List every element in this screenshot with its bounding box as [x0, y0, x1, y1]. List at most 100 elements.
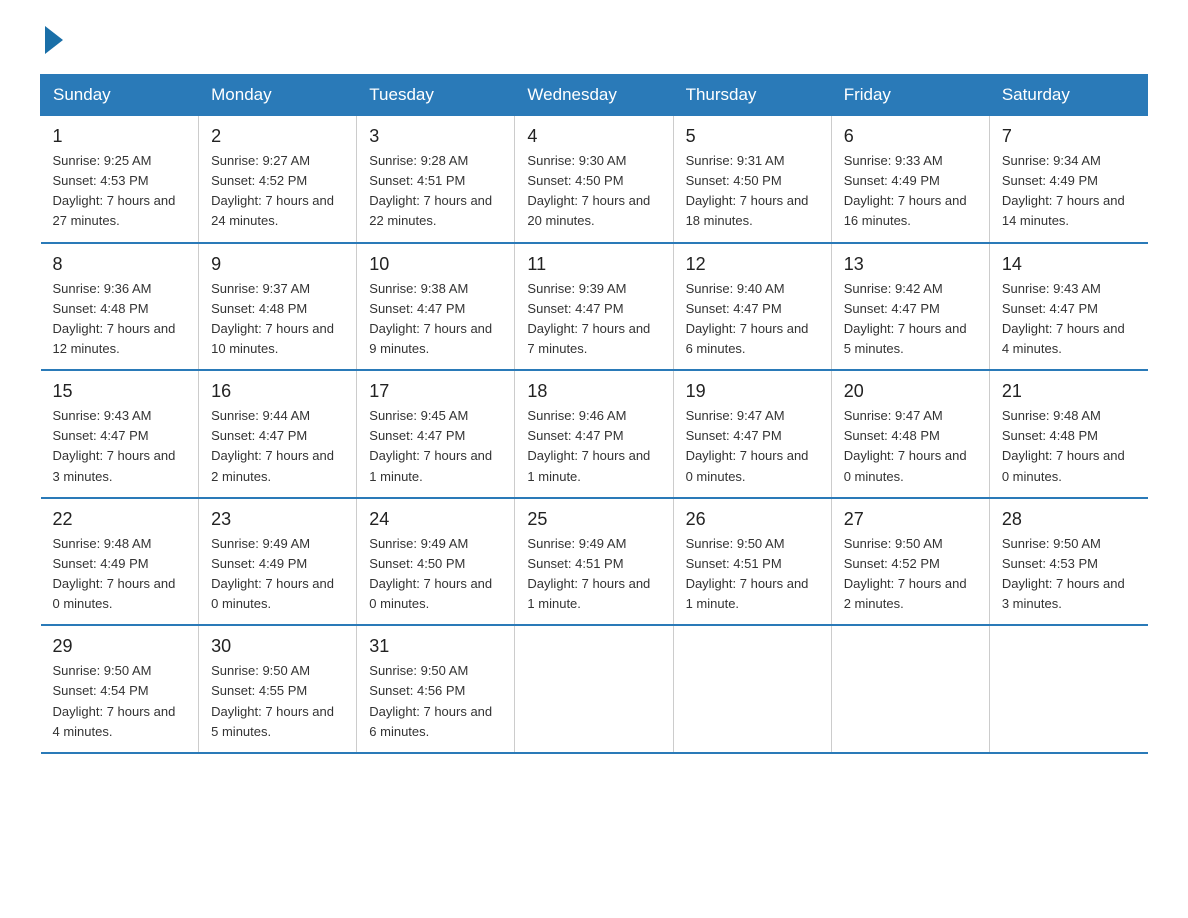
- day-info: Sunrise: 9:43 AMSunset: 4:47 PMDaylight:…: [53, 408, 176, 483]
- calendar-cell: 25 Sunrise: 9:49 AMSunset: 4:51 PMDaylig…: [515, 498, 673, 626]
- weekday-header-wednesday: Wednesday: [515, 75, 673, 116]
- day-info: Sunrise: 9:40 AMSunset: 4:47 PMDaylight:…: [686, 281, 809, 356]
- day-number: 30: [211, 636, 344, 657]
- calendar-cell: 10 Sunrise: 9:38 AMSunset: 4:47 PMDaylig…: [357, 243, 515, 371]
- day-number: 25: [527, 509, 660, 530]
- day-number: 10: [369, 254, 502, 275]
- calendar-cell: 6 Sunrise: 9:33 AMSunset: 4:49 PMDayligh…: [831, 116, 989, 243]
- weekday-header-row: SundayMondayTuesdayWednesdayThursdayFrid…: [41, 75, 1148, 116]
- day-info: Sunrise: 9:39 AMSunset: 4:47 PMDaylight:…: [527, 281, 650, 356]
- day-info: Sunrise: 9:48 AMSunset: 4:49 PMDaylight:…: [53, 536, 176, 611]
- weekday-header-friday: Friday: [831, 75, 989, 116]
- day-number: 18: [527, 381, 660, 402]
- day-number: 29: [53, 636, 187, 657]
- calendar-cell: 31 Sunrise: 9:50 AMSunset: 4:56 PMDaylig…: [357, 625, 515, 753]
- calendar-cell: 24 Sunrise: 9:49 AMSunset: 4:50 PMDaylig…: [357, 498, 515, 626]
- day-number: 27: [844, 509, 977, 530]
- calendar-cell: 17 Sunrise: 9:45 AMSunset: 4:47 PMDaylig…: [357, 370, 515, 498]
- day-number: 8: [53, 254, 187, 275]
- calendar-cell: 2 Sunrise: 9:27 AMSunset: 4:52 PMDayligh…: [199, 116, 357, 243]
- weekday-header-tuesday: Tuesday: [357, 75, 515, 116]
- calendar-cell: 22 Sunrise: 9:48 AMSunset: 4:49 PMDaylig…: [41, 498, 199, 626]
- day-info: Sunrise: 9:31 AMSunset: 4:50 PMDaylight:…: [686, 153, 809, 228]
- calendar-cell: 21 Sunrise: 9:48 AMSunset: 4:48 PMDaylig…: [989, 370, 1147, 498]
- day-number: 11: [527, 254, 660, 275]
- day-info: Sunrise: 9:38 AMSunset: 4:47 PMDaylight:…: [369, 281, 492, 356]
- day-info: Sunrise: 9:34 AMSunset: 4:49 PMDaylight:…: [1002, 153, 1125, 228]
- calendar-cell: 27 Sunrise: 9:50 AMSunset: 4:52 PMDaylig…: [831, 498, 989, 626]
- calendar-cell: [831, 625, 989, 753]
- day-info: Sunrise: 9:48 AMSunset: 4:48 PMDaylight:…: [1002, 408, 1125, 483]
- day-info: Sunrise: 9:46 AMSunset: 4:47 PMDaylight:…: [527, 408, 650, 483]
- logo-arrow-icon: [45, 26, 63, 54]
- day-number: 21: [1002, 381, 1136, 402]
- calendar-cell: 7 Sunrise: 9:34 AMSunset: 4:49 PMDayligh…: [989, 116, 1147, 243]
- day-number: 17: [369, 381, 502, 402]
- calendar-cell: 9 Sunrise: 9:37 AMSunset: 4:48 PMDayligh…: [199, 243, 357, 371]
- day-info: Sunrise: 9:49 AMSunset: 4:51 PMDaylight:…: [527, 536, 650, 611]
- calendar-cell: [515, 625, 673, 753]
- day-number: 5: [686, 126, 819, 147]
- day-number: 26: [686, 509, 819, 530]
- calendar-cell: 29 Sunrise: 9:50 AMSunset: 4:54 PMDaylig…: [41, 625, 199, 753]
- calendar-cell: 13 Sunrise: 9:42 AMSunset: 4:47 PMDaylig…: [831, 243, 989, 371]
- day-info: Sunrise: 9:30 AMSunset: 4:50 PMDaylight:…: [527, 153, 650, 228]
- calendar-cell: 8 Sunrise: 9:36 AMSunset: 4:48 PMDayligh…: [41, 243, 199, 371]
- calendar-cell: [989, 625, 1147, 753]
- calendar-cell: 30 Sunrise: 9:50 AMSunset: 4:55 PMDaylig…: [199, 625, 357, 753]
- day-info: Sunrise: 9:36 AMSunset: 4:48 PMDaylight:…: [53, 281, 176, 356]
- day-info: Sunrise: 9:25 AMSunset: 4:53 PMDaylight:…: [53, 153, 176, 228]
- calendar-cell: 14 Sunrise: 9:43 AMSunset: 4:47 PMDaylig…: [989, 243, 1147, 371]
- calendar-cell: 19 Sunrise: 9:47 AMSunset: 4:47 PMDaylig…: [673, 370, 831, 498]
- day-number: 15: [53, 381, 187, 402]
- day-number: 4: [527, 126, 660, 147]
- day-info: Sunrise: 9:49 AMSunset: 4:49 PMDaylight:…: [211, 536, 334, 611]
- day-info: Sunrise: 9:49 AMSunset: 4:50 PMDaylight:…: [369, 536, 492, 611]
- day-info: Sunrise: 9:44 AMSunset: 4:47 PMDaylight:…: [211, 408, 334, 483]
- day-number: 13: [844, 254, 977, 275]
- calendar-cell: 23 Sunrise: 9:49 AMSunset: 4:49 PMDaylig…: [199, 498, 357, 626]
- weekday-header-sunday: Sunday: [41, 75, 199, 116]
- calendar-week-row: 15 Sunrise: 9:43 AMSunset: 4:47 PMDaylig…: [41, 370, 1148, 498]
- page-header: [40, 30, 1148, 54]
- calendar-cell: 20 Sunrise: 9:47 AMSunset: 4:48 PMDaylig…: [831, 370, 989, 498]
- day-info: Sunrise: 9:50 AMSunset: 4:55 PMDaylight:…: [211, 663, 334, 738]
- day-number: 24: [369, 509, 502, 530]
- weekday-header-saturday: Saturday: [989, 75, 1147, 116]
- day-number: 7: [1002, 126, 1136, 147]
- day-info: Sunrise: 9:27 AMSunset: 4:52 PMDaylight:…: [211, 153, 334, 228]
- calendar-cell: 5 Sunrise: 9:31 AMSunset: 4:50 PMDayligh…: [673, 116, 831, 243]
- calendar-cell: 11 Sunrise: 9:39 AMSunset: 4:47 PMDaylig…: [515, 243, 673, 371]
- calendar-week-row: 1 Sunrise: 9:25 AMSunset: 4:53 PMDayligh…: [41, 116, 1148, 243]
- calendar-week-row: 22 Sunrise: 9:48 AMSunset: 4:49 PMDaylig…: [41, 498, 1148, 626]
- day-info: Sunrise: 9:50 AMSunset: 4:56 PMDaylight:…: [369, 663, 492, 738]
- day-info: Sunrise: 9:42 AMSunset: 4:47 PMDaylight:…: [844, 281, 967, 356]
- calendar-cell: 15 Sunrise: 9:43 AMSunset: 4:47 PMDaylig…: [41, 370, 199, 498]
- calendar-cell: [673, 625, 831, 753]
- day-info: Sunrise: 9:47 AMSunset: 4:48 PMDaylight:…: [844, 408, 967, 483]
- calendar-cell: 28 Sunrise: 9:50 AMSunset: 4:53 PMDaylig…: [989, 498, 1147, 626]
- day-info: Sunrise: 9:45 AMSunset: 4:47 PMDaylight:…: [369, 408, 492, 483]
- day-number: 19: [686, 381, 819, 402]
- day-info: Sunrise: 9:50 AMSunset: 4:51 PMDaylight:…: [686, 536, 809, 611]
- day-info: Sunrise: 9:28 AMSunset: 4:51 PMDaylight:…: [369, 153, 492, 228]
- calendar-cell: 26 Sunrise: 9:50 AMSunset: 4:51 PMDaylig…: [673, 498, 831, 626]
- day-info: Sunrise: 9:47 AMSunset: 4:47 PMDaylight:…: [686, 408, 809, 483]
- weekday-header-monday: Monday: [199, 75, 357, 116]
- calendar-cell: 3 Sunrise: 9:28 AMSunset: 4:51 PMDayligh…: [357, 116, 515, 243]
- calendar-cell: 18 Sunrise: 9:46 AMSunset: 4:47 PMDaylig…: [515, 370, 673, 498]
- calendar-cell: 12 Sunrise: 9:40 AMSunset: 4:47 PMDaylig…: [673, 243, 831, 371]
- day-number: 3: [369, 126, 502, 147]
- day-number: 6: [844, 126, 977, 147]
- calendar-table: SundayMondayTuesdayWednesdayThursdayFrid…: [40, 74, 1148, 754]
- day-info: Sunrise: 9:43 AMSunset: 4:47 PMDaylight:…: [1002, 281, 1125, 356]
- calendar-cell: 1 Sunrise: 9:25 AMSunset: 4:53 PMDayligh…: [41, 116, 199, 243]
- day-number: 1: [53, 126, 187, 147]
- calendar-week-row: 29 Sunrise: 9:50 AMSunset: 4:54 PMDaylig…: [41, 625, 1148, 753]
- day-number: 14: [1002, 254, 1136, 275]
- day-info: Sunrise: 9:37 AMSunset: 4:48 PMDaylight:…: [211, 281, 334, 356]
- day-number: 28: [1002, 509, 1136, 530]
- calendar-cell: 4 Sunrise: 9:30 AMSunset: 4:50 PMDayligh…: [515, 116, 673, 243]
- day-number: 20: [844, 381, 977, 402]
- logo: [40, 30, 63, 54]
